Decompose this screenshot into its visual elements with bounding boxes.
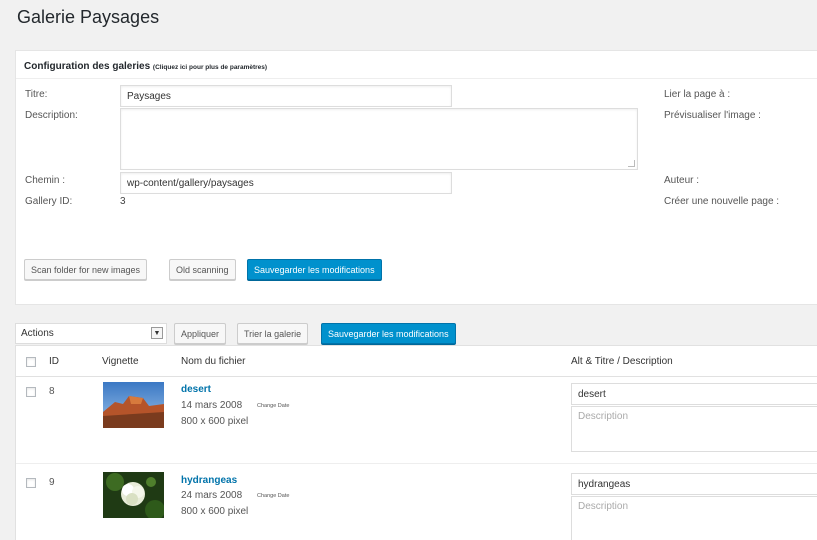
th-alt: Alt & Titre / Description <box>571 356 673 367</box>
old-scanning-button[interactable]: Old scanning <box>169 259 236 280</box>
filename-link[interactable]: desert <box>181 384 211 395</box>
thumbnail-image[interactable] <box>103 382 164 428</box>
image-date: 24 mars 2008 <box>181 490 243 501</box>
change-date-link[interactable]: Change Date <box>257 493 289 499</box>
lier-page-label: Lier la page à : <box>664 89 731 100</box>
config-heading-text: Configuration des galeries <box>24 61 151 72</box>
scan-folder-button[interactable]: Scan folder for new images <box>24 259 148 280</box>
auteur-label: Auteur : <box>664 175 700 186</box>
row-divider <box>16 463 817 464</box>
chevron-down-icon[interactable]: ▼ <box>151 327 163 339</box>
resize-grip-icon[interactable] <box>628 160 635 167</box>
row-checkbox[interactable] <box>26 478 36 488</box>
titre-label: Titre: <box>25 89 48 100</box>
change-date-link[interactable]: Change Date <box>257 403 289 409</box>
th-id[interactable]: ID <box>49 356 59 367</box>
gallery-config-panel: Configuration des galeries (Cliquez ici … <box>15 50 817 305</box>
gallery-id-label: Gallery ID: <box>25 196 73 207</box>
chemin-input[interactable] <box>120 172 452 194</box>
alt-title-input[interactable] <box>571 473 817 495</box>
sort-gallery-button[interactable]: Trier la galerie <box>237 323 309 344</box>
bulk-actions-value: Actions <box>21 328 54 339</box>
filename-link[interactable]: hydrangeas <box>181 475 237 486</box>
description-input[interactable] <box>571 496 817 540</box>
save-config-button[interactable]: Sauvegarder les modifications <box>247 259 382 280</box>
image-size: 800 x 600 pixel <box>181 416 249 427</box>
page-title: Galerie Paysages <box>17 7 160 27</box>
images-table: ID Vignette Nom du fichier Alt & Titre /… <box>15 345 817 540</box>
th-filename[interactable]: Nom du fichier <box>181 356 245 367</box>
description-label: Description: <box>25 110 78 121</box>
previsualiser-label: Prévisualiser l'image : <box>664 110 761 121</box>
row-id: 9 <box>49 477 55 488</box>
chemin-label: Chemin : <box>25 175 66 186</box>
titre-input[interactable] <box>120 85 452 107</box>
description-input[interactable] <box>571 406 817 452</box>
image-date: 14 mars 2008 <box>181 400 243 411</box>
table-head-divider <box>16 376 817 377</box>
row-checkbox[interactable] <box>26 387 36 397</box>
save-images-button[interactable]: Sauvegarder les modifications <box>321 323 456 344</box>
gallery-id-value: 3 <box>120 196 126 207</box>
config-heading-hint[interactable]: (Cliquez ici pour plus de paramètres) <box>153 64 267 71</box>
bulk-actions-select[interactable]: Actions ▼ <box>15 323 167 344</box>
alt-title-input[interactable] <box>571 383 817 405</box>
creer-page-label: Créer une nouvelle page : <box>664 196 780 207</box>
description-textarea[interactable] <box>120 108 638 170</box>
config-heading[interactable]: Configuration des galeries (Cliquez ici … <box>16 51 817 79</box>
image-size: 800 x 600 pixel <box>181 506 249 517</box>
th-thumb: Vignette <box>102 356 139 367</box>
thumbnail-image[interactable] <box>103 472 164 518</box>
select-all-checkbox[interactable] <box>26 357 36 367</box>
row-id: 8 <box>49 386 55 397</box>
apply-button[interactable]: Appliquer <box>174 323 227 344</box>
